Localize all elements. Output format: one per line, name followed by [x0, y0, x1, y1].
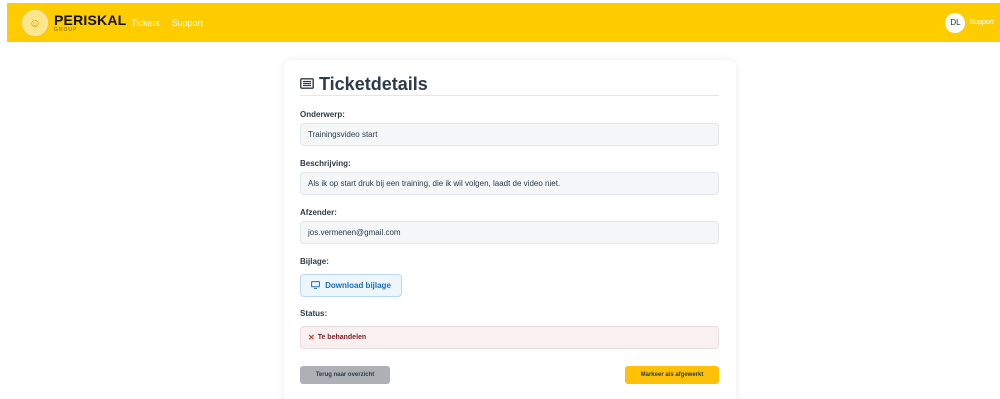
sender-field: jos.vermenen@gmail.com — [300, 221, 719, 244]
description-field: Als ik op start druk bij een training, d… — [300, 172, 719, 195]
download-attachment-label: Download bijlage — [325, 281, 391, 290]
logo[interactable]: ☺ PERISKAL GROUP — [22, 9, 127, 36]
attachment-label: Bijlage: — [300, 257, 329, 266]
ticket-icon — [300, 77, 314, 92]
nav-link-tickets[interactable]: Tickets — [131, 18, 159, 28]
page-title-text: Ticketdetails — [319, 74, 428, 94]
back-to-overview-button[interactable]: Terug naar overzicht — [300, 366, 390, 384]
description-label: Beschrijving: — [300, 159, 351, 168]
mark-as-done-button[interactable]: Markeer als afgewerkt — [625, 366, 719, 384]
user-role-label: Support — [969, 19, 994, 26]
subject-label: Onderwerp: — [300, 110, 345, 119]
cross-icon: ✕ — [308, 333, 315, 342]
page-title: Ticketdetails — [300, 74, 719, 96]
download-icon — [311, 280, 321, 291]
avatar[interactable]: DL — [945, 12, 966, 33]
sender-label: Afzender: — [300, 208, 337, 217]
status-label: Status: — [300, 309, 328, 318]
status-badge: Te behandelen — [317, 334, 367, 341]
top-navbar: ☺ PERISKAL GROUP Tickets Support DL Supp… — [7, 3, 1000, 42]
logo-text: PERISKAL — [54, 11, 127, 28]
nav-link-support[interactable]: Support — [172, 18, 204, 28]
user-menu[interactable]: DL Support — [945, 12, 994, 33]
logo-subtext: GROUP — [54, 26, 78, 33]
status-field: ✕ Te behandelen — [300, 326, 719, 349]
logo-icon: ☺ — [22, 9, 48, 36]
ticket-details-card: Ticketdetails Onderwerp: Trainingsvideo … — [284, 60, 736, 399]
download-attachment-button[interactable]: Download bijlage — [300, 274, 402, 297]
subject-field: Trainingsvideo start — [300, 123, 719, 146]
